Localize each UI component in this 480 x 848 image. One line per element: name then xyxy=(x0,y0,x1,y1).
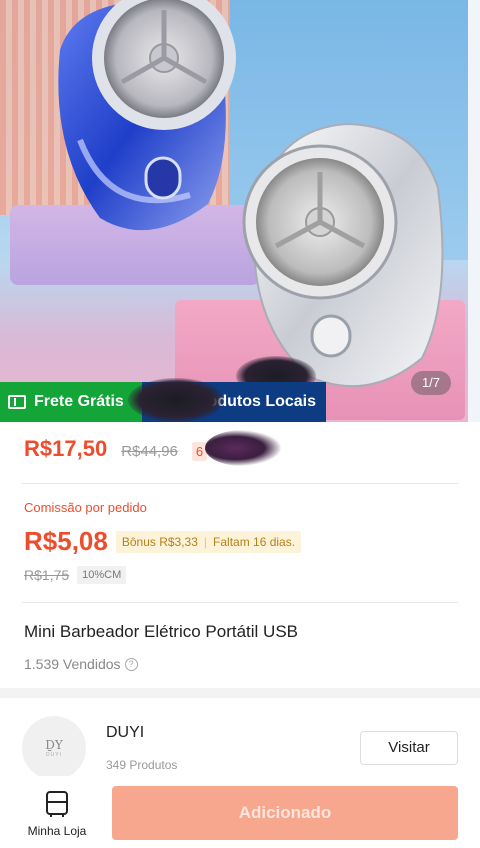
visit-shop-button[interactable]: Visitar xyxy=(360,731,458,765)
occlusion-blot xyxy=(128,378,224,422)
price-row: R$17,50 R$44,96 6 xyxy=(24,436,208,462)
shop-products-count: 349 Produtos xyxy=(106,758,178,772)
shop-logo-caption: DUYI xyxy=(46,752,62,758)
sold-count-row: 1.539 Vendidos ? xyxy=(24,656,138,672)
shop-name[interactable]: DUYI xyxy=(106,724,144,742)
commission-value: R$5,08 xyxy=(24,526,108,556)
silver-shaver-illustration xyxy=(242,122,444,388)
shop-avatar[interactable]: ḎY DUYI xyxy=(22,716,86,780)
local-products-label: odutos Locais xyxy=(207,393,316,410)
added-button[interactable]: Adicionado xyxy=(112,786,458,840)
ticket-icon xyxy=(8,395,26,409)
commission-title: Comissão por pedido xyxy=(24,500,147,515)
free-shipping-badge: Frete Grátis xyxy=(0,382,142,422)
store-icon xyxy=(46,791,68,817)
original-price: R$44,96 xyxy=(121,443,178,460)
divider xyxy=(22,602,458,603)
old-commission-row: R$1,75 10%CM xyxy=(24,566,127,584)
commission-rate-tag: 10%CM xyxy=(77,566,127,584)
my-store-label: Minha Loja xyxy=(27,824,87,838)
occlusion-blot xyxy=(205,430,281,466)
current-price: R$17,50 xyxy=(24,436,108,461)
free-shipping-label: Frete Grátis xyxy=(34,393,124,410)
old-commission: R$1,75 xyxy=(24,567,70,583)
remaining-days: Faltam 16 dias. xyxy=(213,534,296,549)
blue-shaver-illustration xyxy=(58,0,236,231)
image-edge xyxy=(468,0,480,422)
bonus-pill: Bônus R$3,33 | Faltam 16 dias. xyxy=(115,530,302,553)
shop-logo-mark: ḎY xyxy=(45,738,63,752)
bonus-text: Bônus R$3,33 xyxy=(121,534,198,549)
my-store-button[interactable]: Minha Loja xyxy=(20,790,94,838)
section-divider xyxy=(0,688,480,698)
image-pager: 1/7 xyxy=(411,371,451,395)
bonus-separator: | xyxy=(203,534,208,549)
product-image[interactable]: Frete Grátis odutos Locais 1/7 xyxy=(0,0,480,422)
sold-count: 1.539 Vendidos xyxy=(24,656,121,672)
help-icon[interactable]: ? xyxy=(124,657,138,671)
product-title: Mini Barbeador Elétrico Portátil USB xyxy=(24,622,299,641)
commission-row: R$5,08 Bônus R$3,33 | Faltam 16 dias. xyxy=(24,526,302,557)
divider xyxy=(22,483,458,484)
